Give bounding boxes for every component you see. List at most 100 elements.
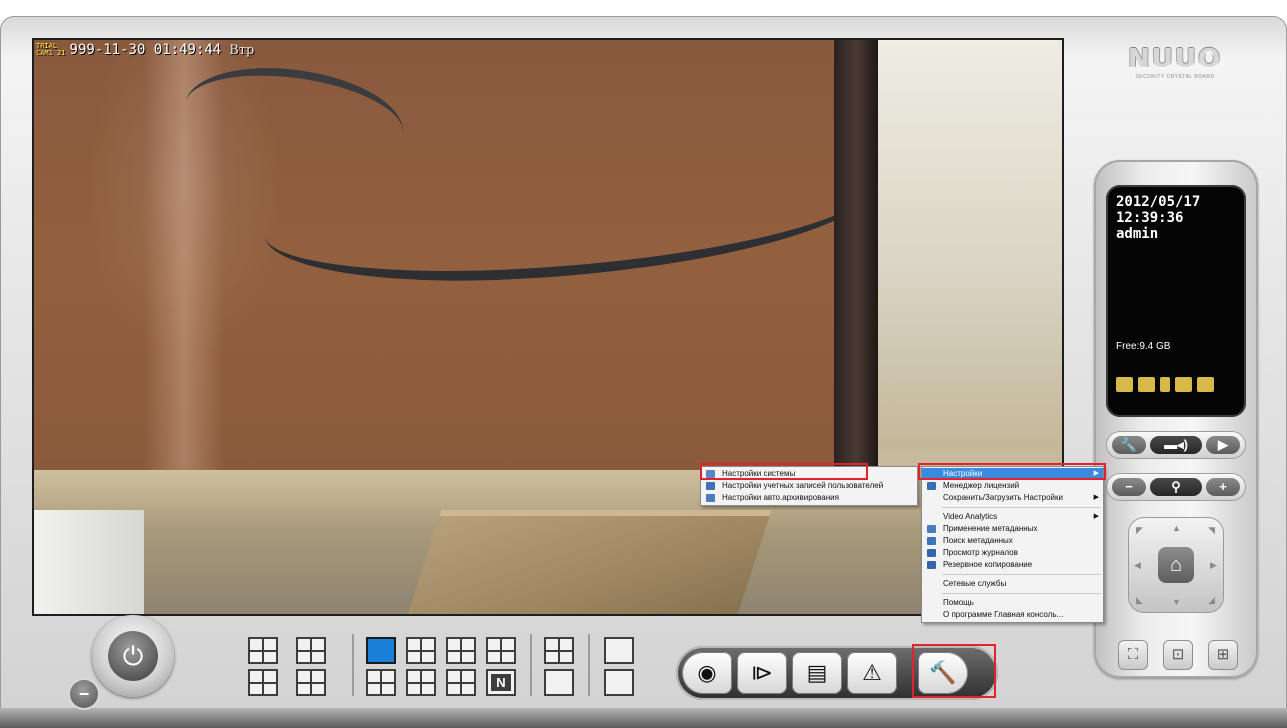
ptz-pad: ▲ ▼ ◀ ▶ ◤ ◥ ◣ ◢ ⌂ — [1128, 517, 1224, 613]
menu-item-view-logs[interactable]: Просмотр журналов — [922, 547, 1103, 559]
camera-image-box — [406, 510, 772, 614]
minimize-button[interactable]: − — [70, 680, 98, 708]
layout-1plus7-button[interactable] — [248, 669, 278, 696]
network-icon[interactable] — [1175, 377, 1192, 392]
status-user: admin — [1116, 226, 1159, 242]
logo-text: NUUO — [1127, 44, 1223, 74]
ptz-down-icon[interactable]: ▼ — [1172, 597, 1181, 607]
zoom-control: − ⚲ + — [1106, 473, 1246, 501]
status-icons — [1116, 377, 1214, 392]
search-icon — [927, 537, 936, 545]
camera-timestamp: 999-11-30 01:49:44 — [69, 42, 222, 58]
submenu-arrow-icon: ▶ — [1093, 513, 1099, 520]
camera-image-board-edge — [834, 40, 878, 490]
power-button[interactable]: ⏻ — [92, 615, 174, 697]
menu-item-apply-metadata[interactable]: Применение метаданных — [922, 523, 1103, 535]
playback-button[interactable]: ⧐ — [737, 652, 787, 694]
license-icon — [927, 482, 936, 490]
wrench-icon[interactable]: 🔧 — [1112, 436, 1146, 454]
logo-subtitle: SECURITY CRYSTAL BOARD — [1135, 74, 1215, 80]
ptz-up-icon[interactable]: ▲ — [1172, 523, 1181, 533]
camera-view[interactable]: TRIAL CAM1 21 999-11-30 01:49:44 Втр — [32, 38, 1064, 616]
status-time: 12:39:36 — [1116, 210, 1184, 226]
speaker-icon[interactable]: ▬◂) — [1150, 436, 1202, 454]
layout-full-grid-button[interactable] — [544, 637, 574, 664]
layout-3x3-button[interactable] — [486, 637, 516, 664]
backup-icon — [927, 561, 936, 569]
fullscreen-exit-button[interactable] — [604, 669, 634, 696]
layout-2x2-alt-button[interactable] — [406, 637, 436, 664]
archive-icon — [706, 494, 715, 502]
layout-3x3-alt-button[interactable] — [366, 669, 396, 696]
camera-weekday: Втр — [229, 42, 255, 58]
log-icon — [927, 549, 936, 557]
zoom-in-button[interactable]: + — [1206, 478, 1240, 496]
menu-item-user-accounts[interactable]: Настройки учетных записей пользователей — [701, 480, 917, 492]
metadata-icon — [927, 525, 936, 533]
camera-id: CAM1 21 — [36, 49, 66, 57]
menu-item-help[interactable]: Помощь — [922, 597, 1103, 609]
keyboard-icon[interactable] — [1197, 377, 1214, 392]
layout-custom-n-button[interactable]: N — [486, 669, 516, 696]
camera-tag: TRIAL CAM1 21 — [36, 43, 66, 57]
ptz-up-left-icon[interactable]: ◤ — [1136, 525, 1143, 536]
menu-separator — [942, 507, 1101, 508]
menu-item-auto-archive[interactable]: Настройки авто.архивирования — [701, 492, 917, 504]
menu-item-backup[interactable]: Резервное копирование — [922, 559, 1103, 571]
play-icon[interactable]: ▶ — [1206, 436, 1240, 454]
preset-button-2[interactable]: ⊡ — [1163, 640, 1193, 670]
ptz-left-icon[interactable]: ◀ — [1134, 560, 1141, 571]
settings-highlight — [912, 644, 996, 698]
magnifier-icon[interactable]: ⚲ — [1150, 478, 1202, 496]
layout-2x2-button[interactable] — [296, 637, 326, 664]
free-space: Free:9.4 GB — [1116, 341, 1171, 352]
menu-item-search-metadata[interactable]: Поиск метаданных — [922, 535, 1103, 547]
power-icon: ⏻ — [108, 631, 158, 681]
camera-image — [34, 40, 1062, 614]
status-date: 2012/05/17 — [1116, 194, 1201, 210]
layout-4x4-button[interactable] — [296, 669, 326, 696]
menu-item-video-analytics[interactable]: Video Analytics ▶ — [922, 511, 1103, 523]
settings-menu-highlight — [918, 463, 1106, 480]
status-info: 2012/05/17 12:39:36 admin — [1116, 194, 1200, 242]
menu-item-save-load-settings[interactable]: Сохранить/Загрузить Настройки ▶ — [922, 492, 1103, 504]
layout-1plus5-button[interactable] — [248, 637, 278, 664]
phone-icon[interactable] — [1160, 377, 1170, 392]
menu-separator — [942, 574, 1101, 575]
camera-image-paper — [34, 510, 144, 614]
submenu-arrow-icon: ▶ — [1093, 494, 1099, 501]
monitor-icon[interactable] — [1116, 377, 1133, 392]
menu-item-about[interactable]: О программе Главная консоль... — [922, 609, 1103, 621]
alarm-button[interactable]: ⚠ — [847, 652, 897, 694]
status-screen: 2012/05/17 12:39:36 admin Free:9.4 GB — [1106, 185, 1246, 417]
preset-button-1[interactable]: ⛶ — [1118, 640, 1148, 670]
audio-control: 🔧 ▬◂) ▶ — [1106, 431, 1246, 459]
zoom-out-button[interactable]: − — [1112, 478, 1146, 496]
layout-1plus12-button[interactable] — [406, 669, 436, 696]
preset-button-3[interactable]: ⊞ — [1208, 640, 1238, 670]
schedule-button[interactable]: ◉ — [682, 652, 732, 694]
layout-single-button[interactable] — [544, 669, 574, 696]
layout-1x1-button[interactable] — [366, 637, 396, 664]
ptz-right-icon[interactable]: ▶ — [1210, 560, 1217, 571]
divider — [530, 634, 532, 696]
main-menu: Настройки ▶ Менеджер лицензий Сохранить/З… — [921, 466, 1104, 623]
system-settings-highlight — [700, 463, 868, 480]
menu-item-license-manager[interactable]: Менеджер лицензий — [922, 480, 1103, 492]
brand-logo: NUUO SECURITY CRYSTAL BOARD — [1105, 44, 1245, 86]
menu-item-network-services[interactable]: Сетевые службы — [922, 578, 1103, 590]
ptz-down-right-icon[interactable]: ◢ — [1208, 595, 1215, 606]
ptz-down-left-icon[interactable]: ◣ — [1136, 595, 1143, 606]
divider — [588, 634, 590, 696]
layout-5x5-button[interactable] — [446, 669, 476, 696]
camera-osd: TRIAL CAM1 21 999-11-30 01:49:44 Втр — [36, 42, 254, 58]
ptz-up-right-icon[interactable]: ◥ — [1208, 525, 1215, 536]
users-icon — [706, 482, 715, 490]
ptz-home-button[interactable]: ⌂ — [1158, 547, 1194, 583]
layout-1plus3-button[interactable] — [446, 637, 476, 664]
event-log-button[interactable]: ▤ — [792, 652, 842, 694]
rotate-view-button[interactable] — [604, 637, 634, 664]
divider — [352, 634, 354, 696]
menu-separator — [942, 593, 1101, 594]
playback-icon[interactable] — [1138, 377, 1155, 392]
